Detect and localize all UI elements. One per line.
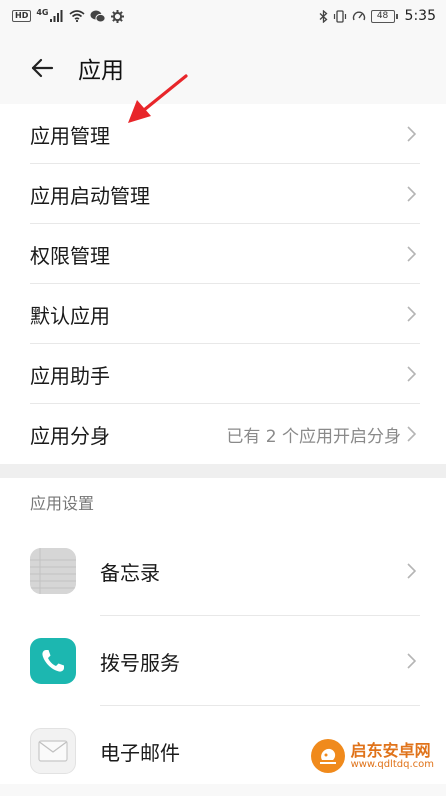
speed-icon (352, 10, 366, 23)
status-bar-right: 48 5:35 (319, 8, 436, 24)
menu-item-permissions[interactable]: 权限管理 (0, 224, 446, 284)
chevron-right-icon (407, 306, 416, 322)
section-separator (0, 464, 446, 478)
title-bar: 应用 (0, 40, 446, 96)
chevron-right-icon (407, 563, 416, 579)
app-twin-status: 已有 2 个应用开启分身 (226, 426, 401, 447)
menu-item-label: 权限管理 (30, 243, 110, 268)
bluetooth-icon (319, 9, 328, 23)
signal-icon (50, 10, 64, 22)
watermark-url: www.qdltdq.com (350, 759, 434, 771)
menu-item-app-assistant[interactable]: 应用助手 (0, 344, 446, 404)
menu-item-default-apps[interactable]: 默认应用 (0, 284, 446, 344)
app-item-memo[interactable]: 备忘录 (0, 526, 446, 616)
status-bar-left: HD 4G (12, 7, 125, 23)
status-bar: HD 4G 48 5:35 (0, 0, 446, 32)
phone-icon (30, 638, 76, 684)
wifi-icon (69, 10, 86, 22)
app-item-dialer[interactable]: 拨号服务 (0, 616, 446, 706)
back-button[interactable] (22, 48, 62, 88)
hd-badge: HD (12, 10, 32, 22)
settings-menu: 应用管理 应用启动管理 权限管理 默认应用 应用助手 应用分身 已有 2 个应用… (0, 104, 446, 464)
watermark-name: 启东安卓网 (350, 740, 431, 760)
chevron-right-icon (407, 426, 416, 442)
menu-item-app-twin[interactable]: 应用分身 已有 2 个应用开启分身 (0, 404, 446, 464)
watermark-text: 启东安卓网 www.qdltdq.com (351, 742, 434, 771)
app-item-label: 备忘录 (100, 560, 160, 585)
arrow-left-icon (31, 58, 54, 78)
watermark-logo-icon (310, 739, 345, 773)
memo-icon (30, 548, 76, 594)
menu-item-label: 应用助手 (30, 363, 110, 388)
chevron-right-icon (407, 186, 416, 202)
menu-item-app-management[interactable]: 应用管理 (0, 104, 446, 164)
chevron-right-icon (407, 126, 416, 142)
menu-item-label: 默认应用 (30, 303, 110, 328)
menu-item-label: 应用启动管理 (30, 183, 150, 208)
page-title: 应用 (78, 58, 124, 84)
network-type: 4G (36, 7, 49, 17)
battery-icon: 48 (370, 9, 398, 23)
app-item-label: 拨号服务 (100, 650, 180, 675)
settings-gear-icon (111, 9, 125, 23)
wechat-icon (90, 10, 107, 23)
vibrate-icon (333, 9, 347, 23)
clock: 5:35 (404, 8, 436, 24)
battery-level: 48 (370, 9, 395, 23)
chevron-right-icon (407, 246, 416, 262)
menu-item-label: 应用管理 (30, 123, 110, 148)
chevron-right-icon (407, 366, 416, 382)
chevron-right-icon (407, 653, 416, 669)
section-header: 应用设置 (30, 494, 95, 513)
mail-icon (30, 728, 76, 774)
watermark: 启东安卓网 www.qdltdq.com (304, 736, 440, 776)
menu-item-startup-management[interactable]: 应用启动管理 (0, 164, 446, 224)
menu-item-label: 应用分身 (30, 423, 110, 448)
